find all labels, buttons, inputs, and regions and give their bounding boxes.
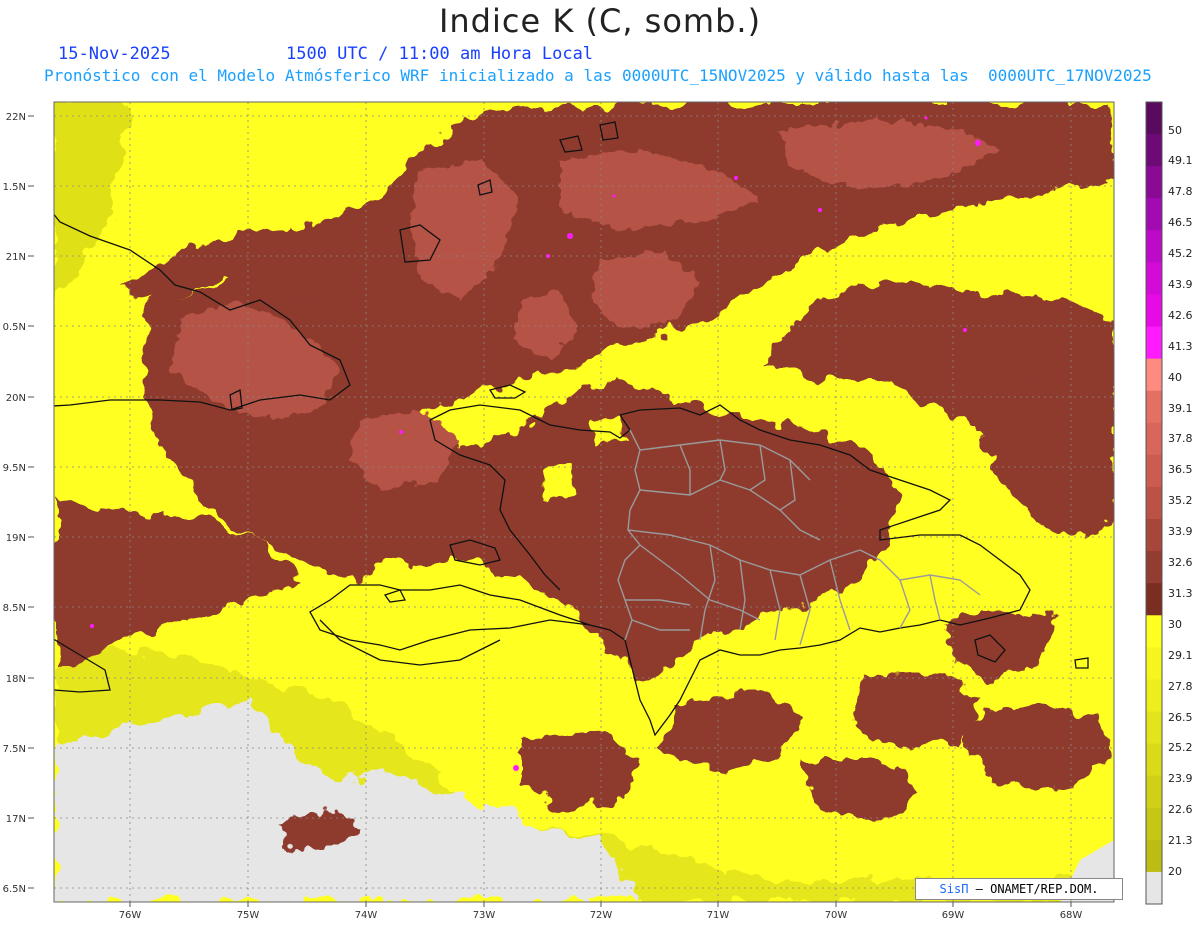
colorbar-label: 32.6 [1168,556,1193,569]
lat-label: 6.5N [3,884,26,895]
colorbar-label: 46.5 [1168,216,1193,229]
colorbar-label: 29.1 [1168,649,1193,662]
colorbar-label: 33.9 [1168,525,1193,538]
lat-label: 20N [6,393,26,404]
colorbar-swatch [1146,422,1162,456]
lon-label: 71W [707,910,730,921]
colorbar-swatch [1146,871,1162,905]
lon-label: 72W [590,910,613,921]
colorbar-label: 26.5 [1168,711,1193,724]
colorbar-label: 25.2 [1168,741,1193,754]
lon-label: 69W [942,910,965,921]
colorbar-swatch [1146,775,1162,809]
longitude-labels: 76W 75W 74W 73W 72W 71W 70W 69W 68W [119,910,1083,921]
colorbar-label: 49.1 [1168,154,1193,167]
colorbar-label: 37.8 [1168,432,1193,445]
colorbar-swatch [1146,454,1162,488]
colorbar-label: 23.9 [1168,772,1193,785]
colorbar-swatch [1146,102,1162,135]
colorbar-label: 22.6 [1168,803,1193,816]
colorbar-label: 41.3 [1168,340,1193,353]
lat-label: 7.5N [3,744,26,755]
lat-label: 8.5N [3,603,26,614]
colorbar-swatch [1146,647,1162,680]
colorbar-label: 30 [1168,618,1182,631]
lon-label: 76W [119,910,142,921]
colorbar-swatch [1146,551,1162,584]
sispi-logo-text: SisΠ [939,882,969,896]
colorbar-swatch [1146,583,1162,616]
lat-label: 19N [6,533,26,544]
colorbar-label: 40 [1168,371,1182,384]
credit-box: SisΠ – ONAMET/REP.DOM. [915,878,1123,900]
colorbar-label: 50 [1168,124,1182,137]
colorbar-label: 20 [1168,865,1182,878]
lat-label: 17N [6,814,26,825]
lat-label: 21N [6,252,26,263]
colorbar-swatch [1146,711,1162,745]
colorbar-label: 27.8 [1168,680,1193,693]
lon-label: 68W [1060,910,1083,921]
colorbar [1145,101,1163,905]
lon-label: 74W [355,910,378,921]
colorbar-swatch [1146,839,1162,873]
lat-label: 0.5N [3,322,26,333]
colorbar-label: 45.2 [1168,247,1193,260]
lon-label: 70W [825,910,848,921]
lat-label: 9.5N [3,463,26,474]
lat-label: 22N [6,112,26,123]
colorbar-swatch [1146,326,1162,360]
lat-label: 1.5N [3,182,26,193]
colorbar-swatch [1146,519,1162,552]
k-index-field [54,102,1114,902]
k-index-map: 22N 1.5N 21N 0.5N 20N 9.5N 19N 8.5N 18N … [3,100,1163,921]
colorbar-swatch [1146,230,1162,263]
colorbar-swatch [1146,166,1162,199]
colorbar-swatch [1146,294,1162,328]
lat-label: 18N [6,674,26,685]
colorbar-swatch [1146,486,1162,520]
colorbar-swatch [1146,743,1162,777]
colorbar-swatch [1146,134,1162,167]
colorbar-label: 42.6 [1168,309,1193,322]
colorbar-label: 36.5 [1168,463,1193,476]
colorbar-swatch [1146,390,1162,424]
credit-text: – ONAMET/REP.DOM. [975,882,1099,896]
colorbar-label: 47.8 [1168,185,1193,198]
lon-label: 75W [237,910,260,921]
colorbar-label: 21.3 [1168,834,1193,847]
latitude-labels: 22N 1.5N 21N 0.5N 20N 9.5N 19N 8.5N 18N … [3,112,26,895]
colorbar-swatch [1146,262,1162,295]
colorbar-label: 35.2 [1168,494,1193,507]
colorbar-swatch [1146,198,1162,231]
lon-label: 73W [473,910,496,921]
colorbar-swatch [1146,615,1162,648]
colorbar-swatch [1146,679,1162,713]
colorbar-swatch [1146,358,1162,392]
colorbar-label: 43.9 [1168,278,1193,291]
colorbar-label: 39.1 [1168,402,1193,415]
colorbar-swatch [1146,807,1162,841]
colorbar-label: 31.3 [1168,587,1193,600]
